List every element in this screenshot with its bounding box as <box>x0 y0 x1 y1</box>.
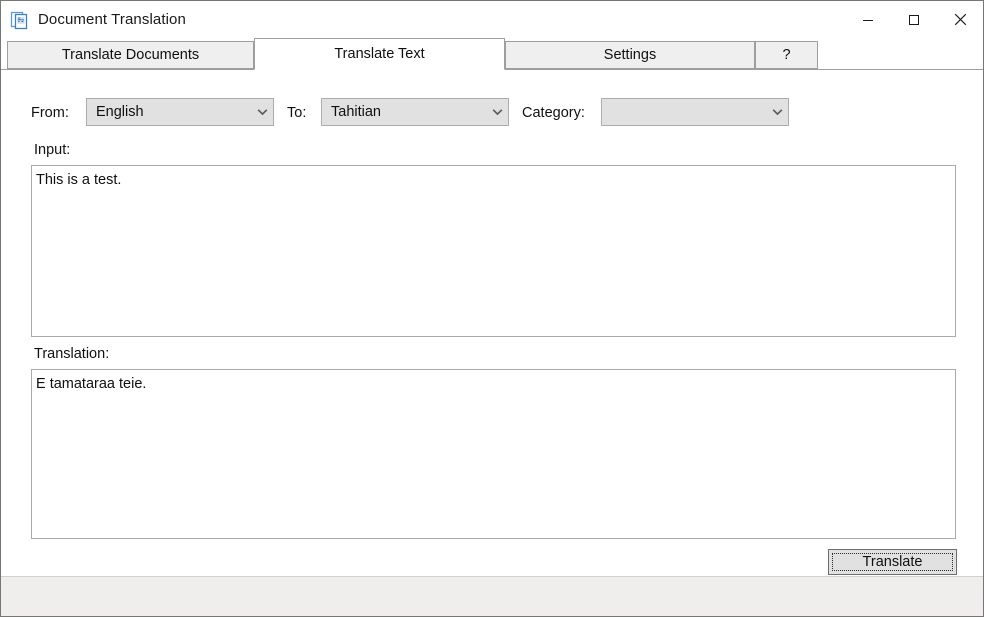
tab-label: ? <box>782 47 791 63</box>
translate-button[interactable]: Translate <box>828 549 957 575</box>
chevron-down-icon <box>251 108 273 116</box>
translate-button-label: Translate <box>862 554 923 570</box>
tab-strip: Translate Documents Translate Text Setti… <box>1 38 983 70</box>
from-language-value: English <box>96 104 144 120</box>
minimize-icon <box>863 19 873 21</box>
minimize-button[interactable] <box>845 1 891 38</box>
to-language-select[interactable]: Tahitian <box>321 98 509 126</box>
document-translation-icon <box>10 11 28 29</box>
application-window: Document Translation Translate Documents… <box>0 0 984 617</box>
status-bar <box>1 576 983 616</box>
tab-label: Translate Text <box>334 46 425 62</box>
close-button[interactable] <box>937 1 983 38</box>
from-language-select[interactable]: English <box>86 98 274 126</box>
tab-settings[interactable]: Settings <box>505 41 755 69</box>
tab-content-panel: From: English To: Tahitian Category: Inp… <box>1 69 983 576</box>
tab-translate-documents[interactable]: Translate Documents <box>7 41 254 69</box>
input-label: Input: <box>34 142 71 158</box>
language-selection-row: From: English To: Tahitian Category: <box>1 98 983 128</box>
translation-textarea[interactable]: E tamataraa teie. <box>31 369 956 539</box>
input-text: This is a test. <box>36 172 122 188</box>
chevron-down-icon <box>486 108 508 116</box>
tab-help[interactable]: ? <box>755 41 818 69</box>
to-label: To: <box>287 105 307 121</box>
tab-label: Settings <box>603 47 657 63</box>
tab-translate-text[interactable]: Translate Text <box>254 38 505 70</box>
to-language-value: Tahitian <box>331 104 381 120</box>
translation-label: Translation: <box>34 346 110 362</box>
window-title: Document Translation <box>38 11 186 28</box>
translation-text: E tamataraa teie. <box>36 376 147 392</box>
close-icon <box>954 13 966 26</box>
chevron-down-icon <box>766 108 788 116</box>
maximize-button[interactable] <box>891 1 937 38</box>
from-label: From: <box>31 105 69 121</box>
category-select[interactable] <box>601 98 789 126</box>
input-textarea[interactable]: This is a test. <box>31 165 956 337</box>
category-label: Category: <box>522 105 585 121</box>
title-bar: Document Translation <box>1 1 983 38</box>
window-controls <box>845 1 983 38</box>
tab-label: Translate Documents <box>61 47 200 63</box>
maximize-icon <box>909 14 919 25</box>
